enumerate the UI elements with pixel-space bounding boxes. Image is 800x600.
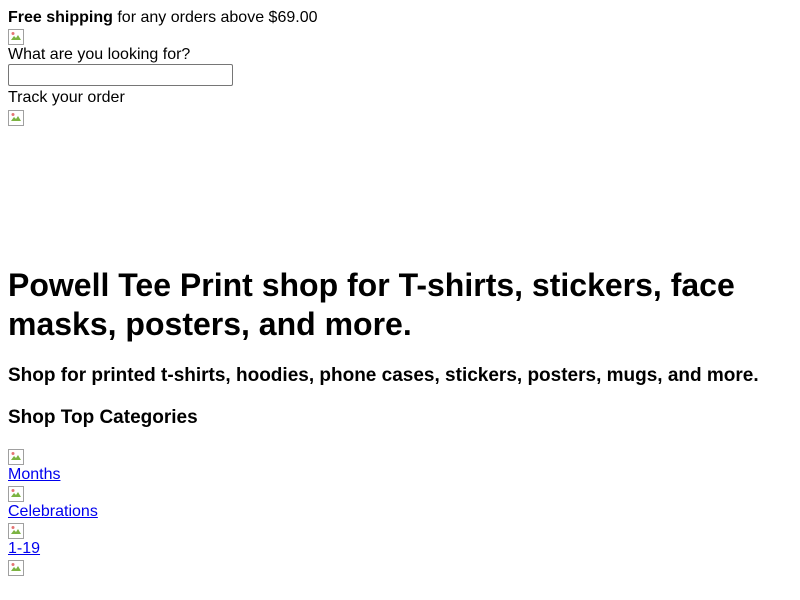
category-image[interactable] bbox=[8, 448, 24, 465]
category-link-months[interactable]: Months bbox=[8, 465, 792, 484]
category-image[interactable] bbox=[8, 559, 24, 576]
category-image[interactable] bbox=[8, 522, 24, 539]
category-image[interactable] bbox=[8, 485, 24, 502]
category-item: Celebrations bbox=[8, 485, 792, 521]
track-order-link[interactable]: Track your order bbox=[8, 88, 792, 107]
categories-list: Months Celebrations 1-19 bbox=[8, 448, 792, 576]
broken-image-icon bbox=[8, 559, 24, 576]
category-item bbox=[8, 559, 792, 576]
hero-image bbox=[8, 109, 24, 126]
category-item: 1-19 bbox=[8, 522, 792, 558]
broken-image-icon bbox=[8, 485, 24, 502]
shipping-banner: Free shipping for any orders above $69.0… bbox=[8, 8, 792, 27]
category-item: Months bbox=[8, 448, 792, 484]
page-title: Powell Tee Print shop for T-shirts, stic… bbox=[8, 266, 735, 342]
category-link-1-19[interactable]: 1-19 bbox=[8, 539, 792, 558]
broken-image-icon bbox=[8, 29, 24, 46]
broken-image-icon bbox=[8, 448, 24, 465]
shipping-bold-text: Free shipping bbox=[8, 9, 113, 26]
hero-spacer bbox=[8, 126, 792, 266]
page: Free shipping for any orders above $69.0… bbox=[0, 0, 800, 584]
category-link-celebrations[interactable]: Celebrations bbox=[8, 502, 792, 521]
broken-image-icon bbox=[8, 109, 24, 126]
logo-image[interactable] bbox=[8, 29, 24, 46]
search-label: What are you looking for? bbox=[8, 46, 191, 64]
shipping-rest-text: for any orders above $69.00 bbox=[112, 9, 318, 26]
broken-image-icon bbox=[8, 522, 24, 539]
search-input[interactable] bbox=[8, 64, 233, 87]
page-subtitle: Shop for printed t-shirts, hoodies, phon… bbox=[8, 364, 759, 386]
categories-heading: Shop Top Categories bbox=[8, 406, 198, 428]
